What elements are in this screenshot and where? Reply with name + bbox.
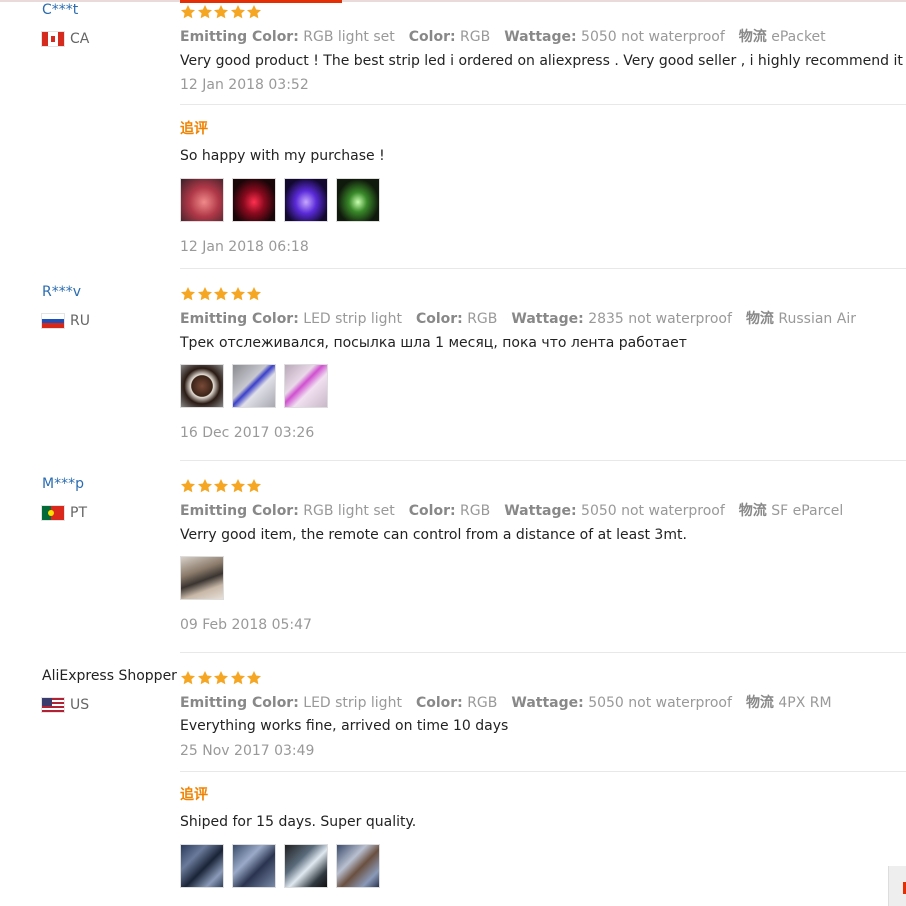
star-icon (246, 670, 262, 686)
country-code: CA (70, 31, 90, 47)
star-icon (230, 286, 246, 302)
star-icon (180, 478, 196, 494)
star-icon (180, 670, 196, 686)
review-photos (180, 556, 232, 600)
star-rating (180, 478, 263, 494)
review-date: 09 Feb 2018 05:47 (180, 617, 312, 633)
review-date: 12 Jan 2018 03:52 (180, 77, 309, 93)
led-photo-red-2[interactable] (232, 178, 276, 222)
ceiling-blue-photo[interactable] (232, 364, 276, 408)
followup-text: Shiped for 15 days. Super quality. (180, 814, 417, 830)
active-tab-indicator (180, 0, 342, 3)
star-icon (197, 478, 213, 494)
star-icon (213, 4, 229, 20)
reviewer-country: US (42, 697, 89, 713)
led-reel-photo[interactable] (180, 364, 224, 408)
followup-date: 12 Jan 2018 06:18 (180, 239, 309, 255)
remote-photo[interactable] (180, 556, 224, 600)
star-icon (213, 670, 229, 686)
star-icon (197, 4, 213, 20)
review-photos (180, 364, 336, 408)
followup-label: 追评 (180, 121, 208, 137)
star-icon (246, 286, 262, 302)
reviewer-name: AliExpress Shopper (42, 668, 177, 684)
review-date: 16 Dec 2017 03:26 (180, 425, 315, 441)
followup-photos (180, 844, 388, 888)
back-to-top-button[interactable] (888, 866, 906, 906)
star-icon (180, 286, 196, 302)
star-icon (180, 4, 196, 20)
reviewer-name[interactable]: C***t (42, 2, 78, 18)
flag-us-icon (42, 698, 64, 712)
review-date: 25 Nov 2017 03:49 (180, 743, 315, 759)
sku-attributes: Emitting Color: RGB light set Color: RGB W… (180, 503, 844, 519)
review-text: Everything works fine, arrived on time 1… (180, 718, 509, 734)
ceiling-pink-photo[interactable] (284, 364, 328, 408)
star-rating (180, 286, 263, 302)
followup-divider (180, 104, 906, 105)
star-icon (230, 670, 246, 686)
star-icon (246, 4, 262, 20)
package-photo-1[interactable] (180, 844, 224, 888)
led-photo-violet[interactable] (284, 178, 328, 222)
led-photo-green[interactable] (336, 178, 380, 222)
package-photo-4[interactable] (336, 844, 380, 888)
star-rating (180, 670, 263, 686)
followup-text: So happy with my purchase ! (180, 148, 385, 164)
review-divider (180, 652, 906, 653)
star-icon (197, 670, 213, 686)
star-icon (197, 286, 213, 302)
package-photo-3[interactable] (284, 844, 328, 888)
star-icon (230, 478, 246, 494)
flag-ca-icon (42, 32, 64, 46)
sku-attributes: Emitting Color: RGB light set Color: RGB W… (180, 29, 826, 45)
package-photo-2[interactable] (232, 844, 276, 888)
star-icon (213, 478, 229, 494)
sku-attributes: Emitting Color: LED strip light Color: RG… (180, 695, 832, 711)
followup-label: 追评 (180, 787, 208, 803)
reviewer-name[interactable]: M***p (42, 476, 84, 492)
reviewer-name[interactable]: R***v (42, 284, 81, 300)
country-code: RU (70, 313, 90, 329)
tab-underline (0, 0, 906, 3)
star-icon (213, 286, 229, 302)
review-text: Verry good item, the remote can control … (180, 527, 687, 543)
flag-ru-icon (42, 314, 64, 328)
sku-attributes: Emitting Color: LED strip light Color: RG… (180, 311, 856, 327)
review-text: Very good product ! The best strip led i… (180, 53, 906, 69)
review-divider (180, 268, 906, 269)
flag-pt-icon (42, 506, 64, 520)
reviewer-country: PT (42, 505, 87, 521)
star-icon (230, 4, 246, 20)
followup-photos (180, 178, 388, 222)
review-divider (180, 460, 906, 461)
reviewer-country: CA (42, 31, 89, 47)
followup-divider (180, 771, 906, 772)
country-code: US (70, 697, 90, 713)
reviewer-country: RU (42, 313, 90, 329)
star-rating (180, 4, 263, 20)
country-code: PT (70, 505, 87, 521)
review-text: Трек отслеживался, посылка шла 1 месяц, … (180, 335, 687, 351)
star-icon (246, 478, 262, 494)
led-photo-red-1[interactable] (180, 178, 224, 222)
